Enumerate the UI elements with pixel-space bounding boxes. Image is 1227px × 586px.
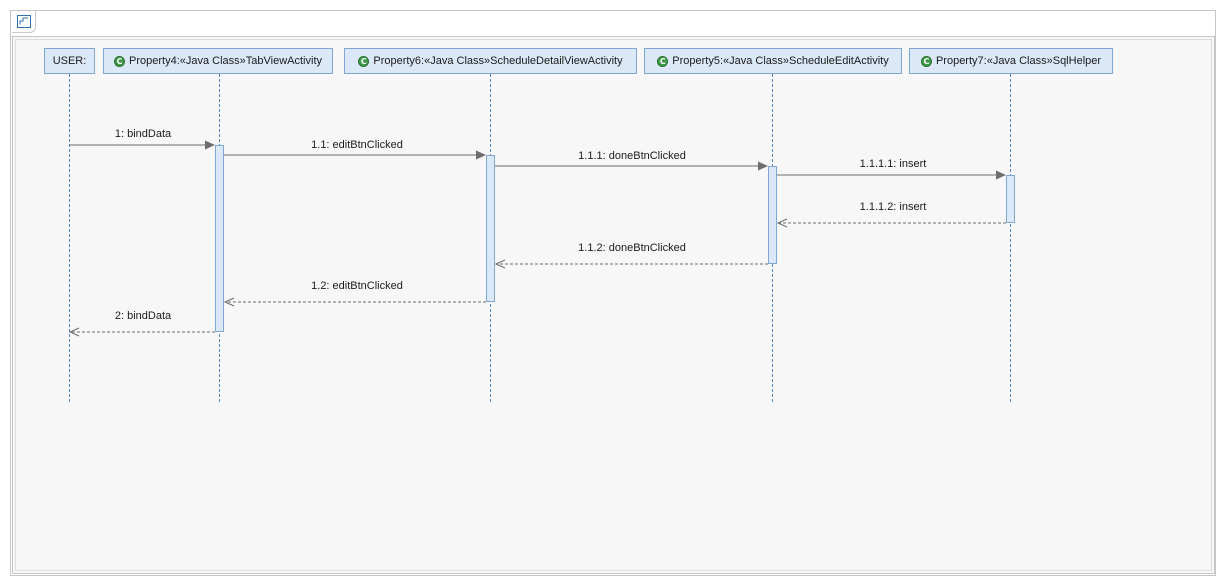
activation-bar-scheduledetailviewactivity[interactable] — [486, 155, 495, 302]
message-label-1-1-1-1[interactable]: 1.1.1.1: insert — [860, 158, 927, 171]
lifeline-label: USER: — [52, 55, 87, 67]
lifeline-head-scheduledetailviewactivity[interactable]: C Property6:«Java Class»ScheduleDetailVi… — [344, 48, 637, 74]
lifeline-label: Property5:«Java Class»ScheduleEditActivi… — [672, 55, 889, 67]
diagram-canvas — [12, 36, 1215, 574]
lifeline-head-tabviewactivity[interactable]: C Property4:«Java Class»TabViewActivity — [103, 48, 333, 74]
java-class-icon: C — [657, 55, 669, 67]
java-class-icon: C — [114, 55, 125, 67]
diagram-frame-icon — [17, 15, 31, 28]
message-label-1[interactable]: 1: bindData — [115, 128, 171, 141]
message-label-1-1-2[interactable]: 1.1.2: doneBtnClicked — [578, 242, 686, 255]
diagram-canvas-border — [15, 39, 1212, 571]
lifeline-head-sqlhelper[interactable]: C Property7:«Java Class»SqlHelper — [909, 48, 1113, 74]
lifeline-label: Property6:«Java Class»ScheduleDetailView… — [373, 55, 623, 67]
java-class-icon: C — [920, 55, 932, 67]
activation-bar-tabviewactivity[interactable] — [215, 145, 224, 332]
lifeline-line-user[interactable] — [69, 74, 70, 402]
message-label-1-1-1[interactable]: 1.1.1: doneBtnClicked — [578, 150, 686, 163]
lifeline-head-user[interactable]: USER: — [44, 48, 95, 74]
lifeline-label: Property4:«Java Class»TabViewActivity — [129, 55, 322, 67]
activation-bar-sqlhelper[interactable] — [1006, 175, 1015, 223]
java-class-icon: C — [358, 55, 370, 67]
message-label-1-2[interactable]: 1.2: editBtnClicked — [311, 280, 403, 293]
lifeline-head-scheduleeditactivity[interactable]: C Property5:«Java Class»ScheduleEditActi… — [644, 48, 902, 74]
diagram-frame-tab[interactable] — [12, 11, 36, 33]
activation-bar-scheduleeditactivity[interactable] — [768, 166, 777, 264]
lifeline-label: Property7:«Java Class»SqlHelper — [935, 55, 1102, 67]
lifeline-line-sqlhelper[interactable] — [1010, 74, 1011, 402]
message-label-1-1-1-2[interactable]: 1.1.1.2: insert — [860, 201, 927, 214]
message-label-2[interactable]: 2: bindData — [115, 310, 171, 323]
message-label-1-1[interactable]: 1.1: editBtnClicked — [311, 139, 403, 152]
